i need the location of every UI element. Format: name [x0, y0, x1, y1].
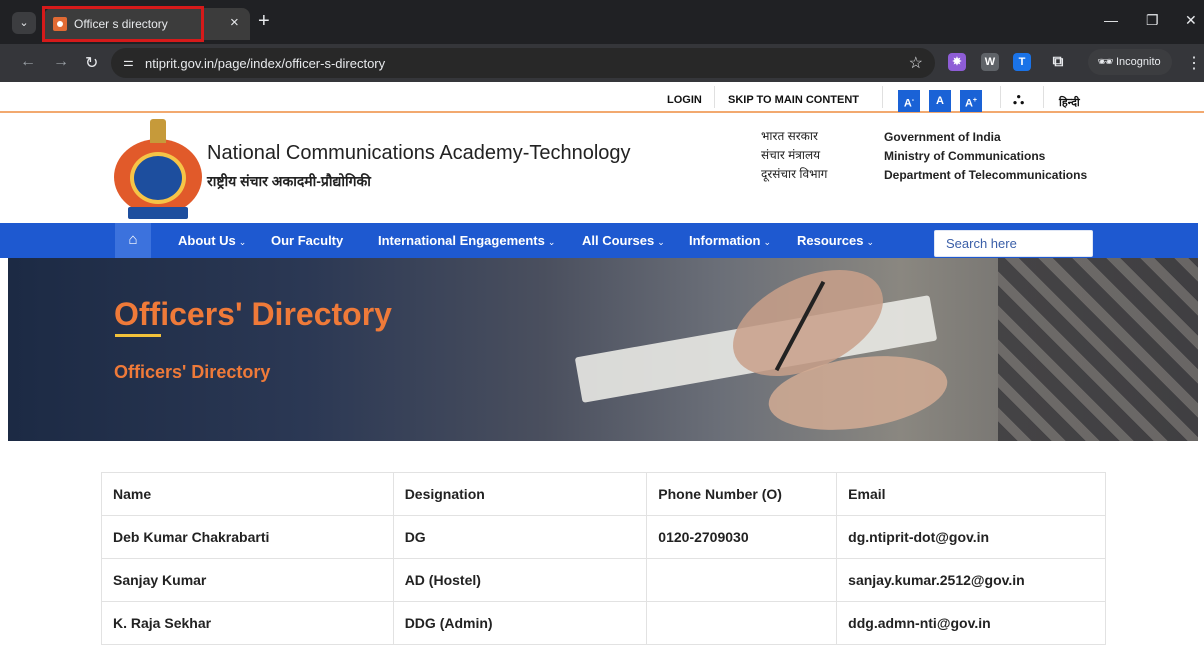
incognito-icon: 🕶	[1097, 54, 1114, 69]
org-name-hindi: राष्ट्रीय संचार अकादमी-प्रौद्योगिकी	[207, 173, 371, 189]
window-close-icon[interactable]: ✕	[1185, 12, 1197, 29]
nav-label: All Courses	[582, 233, 655, 248]
puzzle-extension-icon[interactable]: ✸	[948, 53, 966, 71]
breadcrumb: Officers' Directory	[114, 362, 271, 382]
chevron-down-icon: ⌄	[657, 237, 665, 247]
org-name-english: National Communications Academy-Technolo…	[207, 142, 631, 164]
incognito-badge[interactable]: 🕶 Incognito	[1088, 49, 1172, 75]
browser-tab[interactable]: Officer s directory ×	[44, 8, 250, 40]
table-row: Deb Kumar Chakrabarti DG 0120-2709030 dg…	[101, 515, 1106, 559]
officer-name: K. Raja Sekhar	[101, 601, 394, 645]
officer-email: dg.ntiprit-dot@gov.in	[836, 515, 1106, 559]
divider	[714, 86, 715, 108]
site-info-icon[interactable]: ⚌	[123, 55, 134, 69]
officer-name: Sanjay Kumar	[101, 558, 394, 602]
extensions-puzzle-icon[interactable]: ⧉	[1049, 53, 1067, 71]
officers-directory-table: Name Designation Phone Number (O) Email …	[101, 472, 1106, 645]
officer-designation: AD (Hostel)	[392, 558, 648, 602]
font-normal-button[interactable]: A	[929, 90, 951, 112]
tab-search-icon[interactable]: ⌄	[12, 12, 36, 34]
page-title: Officers' Directory	[114, 296, 392, 332]
chevron-down-icon: ⌄	[763, 237, 772, 247]
column-header-name: Name	[101, 472, 394, 516]
bookmark-star-icon[interactable]: ☆	[909, 53, 923, 73]
nav-label: Resources	[797, 233, 864, 248]
login-link[interactable]: LOGIN	[667, 94, 702, 106]
browser-tab-bar: ⌄ Officer s directory × + — ❐ ✕	[0, 0, 1204, 44]
url-text[interactable]: ntiprit.gov.in/page/index/officer-s-dire…	[145, 56, 385, 71]
divider	[1043, 86, 1044, 108]
close-tab-icon[interactable]: ×	[230, 14, 239, 31]
gov-english-line: Department of Telecommunications	[884, 168, 1088, 182]
nav-label: About Us	[178, 233, 236, 248]
restore-icon[interactable]: ❐	[1146, 12, 1159, 29]
hindi-language-link[interactable]: हिन्दी	[1059, 95, 1080, 110]
table-row: K. Raja Sekhar DDG (Admin) ddg.admn-nti@…	[101, 601, 1106, 645]
gov-english-line: Government of India	[884, 130, 1001, 144]
font-increase-button[interactable]: A+	[960, 90, 982, 112]
w-extension-icon[interactable]: W	[981, 53, 999, 71]
column-header-designation: Designation	[392, 472, 648, 516]
accessibility-bar: LOGIN SKIP TO MAIN CONTENT A- A A+ ⛬ हिन…	[0, 82, 1204, 113]
academy-logo[interactable]	[114, 119, 202, 219]
table-row: Sanjay Kumar AD (Hostel) sanjay.kumar.25…	[101, 558, 1106, 602]
search-input[interactable]	[934, 230, 1093, 257]
chevron-down-icon: ⌄	[238, 237, 247, 247]
nav-about-us[interactable]: About Us ⌄	[178, 233, 246, 248]
chevron-down-icon: ⌄	[547, 237, 556, 247]
gov-english-line: Ministry of Communications	[884, 149, 1046, 163]
column-header-phone: Phone Number (O)	[646, 472, 838, 516]
officer-email: ddg.admn-nti@gov.in	[836, 601, 1106, 645]
government-hindi: भारत सरकार संचार मंत्रालय दूरसंचार विभाग	[761, 127, 827, 184]
officer-designation: DDG (Admin)	[392, 601, 648, 645]
officer-name: Deb Kumar Chakrabarti	[101, 515, 394, 559]
sitemap-icon[interactable]: ⛬	[1013, 91, 1024, 109]
nav-resources[interactable]: Resources ⌄	[797, 233, 874, 248]
site-header: National Communications Academy-Technolo…	[0, 115, 1204, 223]
officer-phone	[646, 558, 838, 602]
page-banner: Officers' Directory Officers' Directory	[8, 258, 1198, 441]
site-favicon-icon	[53, 17, 67, 31]
main-navigation: ⌂ About Us ⌄ Our Faculty International En…	[0, 223, 1198, 258]
nav-label: International Engagements	[378, 233, 545, 248]
nav-international-engagements[interactable]: International Engagements ⌄	[378, 233, 555, 248]
back-icon[interactable]: ←	[20, 53, 36, 71]
nav-information[interactable]: Information ⌄	[689, 233, 771, 248]
nav-our-faculty[interactable]: Our Faculty	[271, 233, 343, 248]
gov-hindi-line: भारत सरकार	[761, 129, 818, 143]
chevron-down-icon: ⌄	[866, 237, 875, 247]
web-page: LOGIN SKIP TO MAIN CONTENT A- A A+ ⛬ हिन…	[0, 82, 1204, 647]
skip-to-content-link[interactable]: SKIP TO MAIN CONTENT	[728, 94, 859, 106]
nav-all-courses[interactable]: All Courses ⌄	[582, 233, 665, 248]
new-tab-icon[interactable]: +	[258, 10, 270, 32]
gov-hindi-line: संचार मंत्रालय	[761, 148, 821, 162]
home-icon[interactable]: ⌂	[115, 223, 151, 258]
divider	[882, 86, 883, 108]
divider	[1000, 86, 1001, 108]
forward-icon[interactable]: →	[53, 53, 69, 71]
title-underline	[115, 334, 161, 337]
browser-menu-icon[interactable]: ⋮	[1186, 53, 1202, 73]
officer-designation: DG	[392, 515, 648, 559]
font-decrease-button[interactable]: A-	[898, 90, 920, 112]
officer-phone: 0120-2709030	[646, 515, 838, 559]
nav-label: Information	[689, 233, 761, 248]
nav-label: Our Faculty	[271, 233, 344, 248]
address-bar[interactable]: ⚌ ntiprit.gov.in/page/index/officer-s-di…	[111, 48, 935, 78]
reload-icon[interactable]: ↻	[85, 53, 98, 73]
government-english: Government of India Ministry of Communic…	[884, 128, 1087, 185]
column-header-email: Email	[836, 472, 1106, 516]
officer-phone	[646, 601, 838, 645]
gov-hindi-line: दूरसंचार विभाग	[761, 167, 828, 181]
incognito-label: Incognito	[1116, 56, 1161, 68]
banner-photo-scarf	[998, 258, 1198, 441]
minimize-icon[interactable]: —	[1104, 12, 1118, 28]
t-extension-icon[interactable]: T	[1013, 53, 1031, 71]
officer-email: sanjay.kumar.2512@gov.in	[836, 558, 1106, 602]
tab-title: Officer s directory	[74, 17, 168, 31]
table-header-row: Name Designation Phone Number (O) Email	[101, 472, 1106, 516]
